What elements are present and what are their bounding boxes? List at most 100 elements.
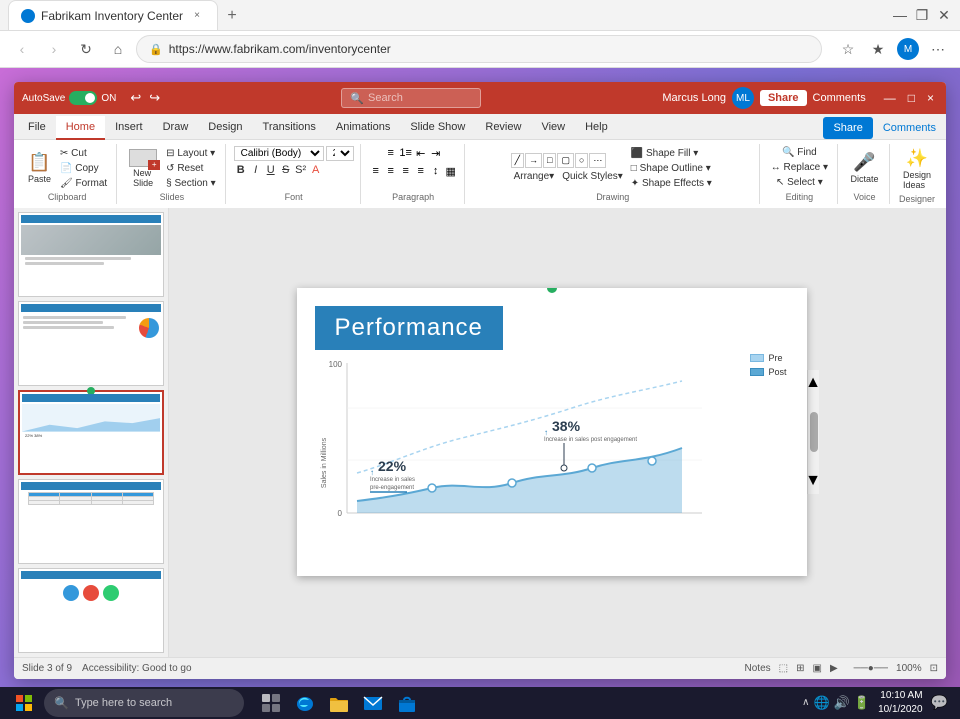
undo-icon[interactable]: ↩: [130, 90, 141, 106]
align-justify[interactable]: ≡: [414, 164, 428, 178]
taskbar-clock[interactable]: 10:10 AM 10/1/2020: [878, 689, 923, 717]
address-bar[interactable]: 🔒 https://www.fabrikam.com/inventorycent…: [136, 35, 822, 63]
font-size-select[interactable]: 21: [326, 146, 354, 161]
start-button[interactable]: [8, 687, 40, 719]
mail-icon[interactable]: [358, 688, 388, 718]
scroll-up-button[interactable]: ▲: [808, 374, 819, 392]
tab-design[interactable]: Design: [198, 116, 252, 140]
new-tab-button[interactable]: +: [218, 2, 246, 30]
refresh-button[interactable]: ↻: [72, 35, 100, 63]
autosave-toggle[interactable]: [69, 91, 97, 105]
browser-restore[interactable]: ❐: [914, 7, 930, 23]
shape-line[interactable]: ╱: [511, 153, 524, 168]
line-spacing[interactable]: ↕: [429, 164, 443, 178]
slide-thumbnail-5[interactable]: 5: [18, 568, 164, 653]
tab-animations[interactable]: Animations: [326, 116, 400, 140]
restore-button[interactable]: □: [904, 91, 919, 105]
slide-thumbnail-2[interactable]: 2: [18, 301, 164, 386]
favorites-icon[interactable]: ☆: [834, 35, 862, 63]
shape-more[interactable]: ⋯: [589, 153, 606, 168]
font-color-button[interactable]: A: [309, 163, 323, 177]
underline-button[interactable]: U: [264, 163, 278, 177]
browser-close[interactable]: ✕: [936, 7, 952, 23]
format-painter-button[interactable]: 🖌 Format: [57, 177, 110, 190]
ppt-search-box[interactable]: 🔍 Search: [341, 88, 481, 108]
new-slide-button[interactable]: + NewSlide: [125, 147, 161, 190]
tab-insert[interactable]: Insert: [105, 116, 153, 140]
forward-button[interactable]: ›: [40, 35, 68, 63]
settings-icon[interactable]: ⋯: [924, 35, 952, 63]
shape-arrow[interactable]: →: [525, 153, 542, 168]
slide-thumbnail-1[interactable]: 1: [18, 212, 164, 297]
paste-button[interactable]: 📋 Paste: [24, 150, 55, 186]
network-icon[interactable]: 🌐: [814, 695, 830, 711]
profile-icon[interactable]: M: [894, 35, 922, 63]
section-button[interactable]: § Section ▾: [163, 177, 219, 190]
indent-dec-button[interactable]: ⇤: [414, 146, 428, 160]
scrollbar-thumb[interactable]: [810, 412, 818, 452]
collections-icon[interactable]: ★: [864, 35, 892, 63]
align-right[interactable]: ≡: [399, 164, 413, 178]
comments-button[interactable]: Comments: [813, 92, 866, 104]
slideshow-button[interactable]: ▶: [830, 663, 838, 674]
tab-review[interactable]: Review: [475, 116, 531, 140]
bullets-button[interactable]: ≡: [384, 146, 398, 160]
shadow-button[interactable]: S²: [294, 163, 308, 177]
copy-button[interactable]: 📄 Copy: [57, 162, 110, 175]
align-center[interactable]: ≡: [384, 164, 398, 178]
tab-close-button[interactable]: ×: [189, 8, 205, 24]
back-button[interactable]: ‹: [8, 35, 36, 63]
share-button[interactable]: Share: [760, 90, 807, 106]
task-view-button[interactable]: [256, 688, 286, 718]
slide-canvas[interactable]: Performance Pre Post: [297, 288, 807, 576]
tab-transitions[interactable]: Transitions: [253, 116, 326, 140]
battery-icon[interactable]: 🔋: [854, 695, 870, 711]
store-icon[interactable]: [392, 688, 422, 718]
tab-slideshow[interactable]: Slide Show: [400, 116, 475, 140]
active-tab[interactable]: Fabrikam Inventory Center ×: [8, 0, 218, 30]
columns[interactable]: ▦: [444, 164, 458, 178]
tab-home[interactable]: Home: [56, 116, 105, 140]
ppt-user-avatar[interactable]: ML: [732, 87, 754, 109]
shape-fill-button[interactable]: ⬛ Shape Fill ▾: [628, 147, 715, 160]
indent-inc-button[interactable]: ⇥: [429, 146, 443, 160]
taskbar-search[interactable]: 🔍 Type here to search: [44, 689, 244, 717]
edge-browser-icon[interactable]: [290, 688, 320, 718]
comments-ribbon-button[interactable]: Comments: [877, 117, 942, 139]
reading-view-button[interactable]: ▣: [812, 663, 821, 674]
select-button[interactable]: ↖ Select ▾: [773, 176, 826, 189]
shape-rounded-rect[interactable]: ▢: [557, 153, 574, 168]
numbering-button[interactable]: 1≡: [399, 146, 413, 160]
tab-file[interactable]: File: [18, 116, 56, 140]
notification-area[interactable]: ∧: [802, 697, 809, 708]
bold-button[interactable]: B: [234, 163, 248, 177]
shape-effects-button[interactable]: ✦ Shape Effects ▾: [628, 177, 715, 190]
notification-button[interactable]: 💬: [931, 694, 948, 711]
slide-thumbnail-3[interactable]: 3 22% 38%: [18, 390, 164, 476]
scroll-down-button[interactable]: ▼: [808, 472, 819, 490]
normal-view-button[interactable]: ⬚: [779, 663, 788, 674]
tab-draw[interactable]: Draw: [153, 116, 199, 140]
shape-oval[interactable]: ○: [575, 153, 588, 168]
reset-button[interactable]: ↺ Reset: [163, 162, 219, 175]
shape-rect[interactable]: □: [543, 153, 556, 168]
quick-styles-button[interactable]: Quick Styles▾: [559, 170, 626, 183]
share-ribbon-button[interactable]: Share: [823, 117, 872, 139]
tab-help[interactable]: Help: [575, 116, 618, 140]
close-button[interactable]: ×: [923, 91, 938, 105]
home-button[interactable]: ⌂: [104, 35, 132, 63]
font-name-select[interactable]: Calibri (Body): [234, 146, 324, 161]
fit-button[interactable]: ⊡: [930, 663, 938, 674]
layout-button[interactable]: ⊟ Layout ▾: [163, 147, 219, 160]
minimize-button[interactable]: —: [880, 91, 900, 105]
redo-icon[interactable]: ↪: [149, 90, 160, 106]
align-left[interactable]: ≡: [369, 164, 383, 178]
arrange-button[interactable]: Arrange▾: [511, 170, 558, 183]
cut-button[interactable]: ✂ Cut: [57, 147, 110, 160]
right-scrollbar[interactable]: ▲ ▼: [807, 370, 819, 494]
italic-button[interactable]: I: [249, 163, 263, 177]
slide-thumbnail-4[interactable]: 4: [18, 479, 164, 564]
shape-outline-button[interactable]: □ Shape Outline ▾: [628, 162, 715, 175]
volume-icon[interactable]: 🔊: [834, 695, 850, 711]
zoom-slider[interactable]: ──●──: [854, 663, 888, 674]
